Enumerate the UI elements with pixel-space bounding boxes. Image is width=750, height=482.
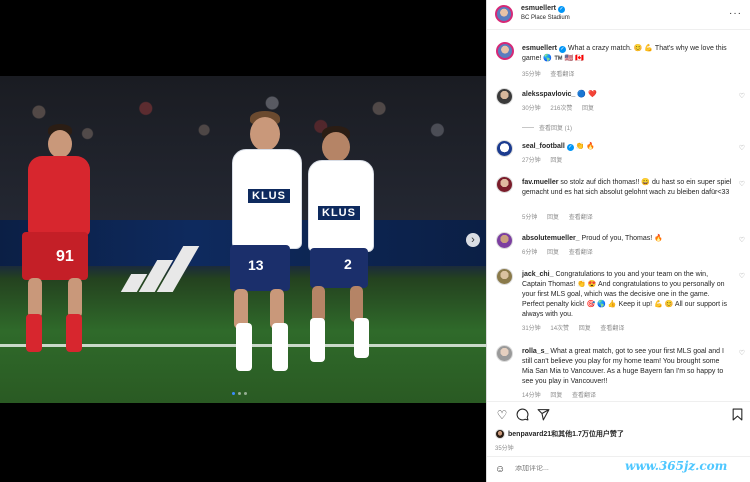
author-username[interactable]: esmuellert — [521, 5, 556, 12]
post-photo[interactable]: 91 KLUS 13 KLUS 2 — [0, 76, 486, 403]
reply-button[interactable]: 回复 — [579, 326, 591, 332]
next-slide-icon[interactable]: › — [466, 233, 480, 247]
reply-button[interactable]: 回复 — [550, 158, 562, 164]
comment-icon[interactable] — [515, 408, 529, 422]
reply-button[interactable]: 回复 — [582, 106, 594, 112]
likes-summary: benpavard21和其他1.7万位用户赞了 — [495, 429, 624, 439]
bookmark-icon[interactable] — [730, 408, 744, 422]
verified-icon: ✓ — [559, 46, 567, 53]
heart-icon[interactable]: ♡ — [495, 408, 509, 422]
comment-username[interactable]: seal_football — [522, 143, 565, 150]
likes-text[interactable]: benpavard21和其他1.7万位用户赞了 — [508, 429, 624, 439]
carousel-indicator — [232, 392, 247, 395]
jersey-number: 13 — [248, 257, 264, 273]
comment-text: What a great match, got to see your firs… — [522, 348, 724, 385]
translate-link[interactable]: 查看翻译 — [569, 250, 593, 256]
comment-username[interactable]: rolla_s_ — [522, 348, 548, 355]
reply-button[interactable]: 回复 — [547, 250, 559, 256]
comment-time: 27分钟 — [522, 158, 541, 164]
adidas-logo — [118, 236, 200, 292]
comment-time: 30分钟 — [522, 106, 541, 112]
post-actions: ♡ — [487, 401, 750, 429]
reply-button[interactable]: 回复 — [550, 393, 562, 399]
comment-time: 14分钟 — [522, 393, 541, 399]
comment-username[interactable]: absolutemueller_ — [522, 235, 580, 242]
avatar[interactable] — [496, 345, 513, 362]
translate-link[interactable]: 查看翻译 — [600, 326, 624, 332]
reply-button[interactable]: 回复 — [547, 215, 559, 221]
jersey-number: 2 — [344, 256, 352, 272]
caption-time: 35分钟 — [522, 72, 541, 78]
translate-link[interactable]: 查看翻译 — [572, 393, 596, 399]
carousel-dot — [238, 392, 241, 395]
avatar[interactable] — [496, 140, 513, 157]
share-icon[interactable] — [536, 408, 550, 422]
avatar[interactable] — [496, 268, 513, 285]
post-media: 91 KLUS 13 KLUS 2 › — [0, 0, 486, 482]
translate-link[interactable]: 查看翻译 — [569, 215, 593, 221]
comments-list: esmuellert ✓ What a crazy match. 😊 💪 That… — [487, 36, 750, 400]
jersey-number: 91 — [56, 248, 74, 265]
home-player-teammate: KLUS 2 — [300, 126, 390, 376]
post-location[interactable]: BC Place Stadium — [521, 15, 570, 21]
comment-text: Proud of you, Thomas! 🔥 — [581, 235, 663, 242]
avatar[interactable] — [496, 232, 513, 249]
comment-username[interactable]: jack_chi_ — [522, 271, 554, 278]
post-time: 35分钟 — [495, 446, 514, 452]
away-player: 91 — [8, 124, 98, 364]
sponsor-text: KLUS — [318, 206, 360, 220]
watermark: www.365jz.com — [625, 459, 728, 473]
like-heart-icon[interactable]: ♡ — [739, 272, 745, 280]
view-replies-button[interactable]: 查看回复 (1) — [522, 123, 572, 132]
translate-link[interactable]: 查看翻译 — [550, 72, 574, 78]
caption-username[interactable]: esmuellert — [522, 45, 557, 52]
like-heart-icon[interactable]: ♡ — [739, 349, 745, 357]
more-options-icon[interactable]: ··· — [729, 8, 742, 19]
comment-text: 👏 🔥 — [575, 143, 596, 150]
comment-likes[interactable]: 14次赞 — [550, 326, 569, 332]
comment-time: 5分钟 — [522, 215, 538, 221]
author-avatar[interactable] — [496, 42, 514, 60]
comment-likes[interactable]: 216次赞 — [550, 106, 572, 112]
like-heart-icon[interactable]: ♡ — [739, 180, 745, 188]
carousel-dot — [244, 392, 247, 395]
post-header: esmuellert ✓ BC Place Stadium ··· — [487, 0, 750, 30]
verified-icon: ✓ — [558, 6, 566, 13]
verified-icon: ✓ — [566, 144, 574, 151]
like-heart-icon[interactable]: ♡ — [739, 92, 745, 100]
post-side-panel: esmuellert ✓ BC Place Stadium ··· esmuell… — [486, 0, 750, 482]
comment-text: 🔵 ❤️ — [577, 91, 597, 98]
avatar[interactable] — [496, 176, 513, 193]
carousel-dot-active — [232, 392, 235, 395]
comment-username[interactable]: aleksspavlovic_ — [522, 91, 575, 98]
sponsor-text: KLUS — [248, 189, 290, 203]
author-avatar[interactable] — [495, 5, 513, 23]
avatar[interactable] — [495, 429, 505, 439]
emoji-icon[interactable]: ☺ — [495, 464, 505, 475]
comment-text: Congratulations to you and your team on … — [522, 271, 728, 318]
like-heart-icon[interactable]: ♡ — [739, 144, 745, 152]
avatar[interactable] — [496, 88, 513, 105]
comment-time: 6分钟 — [522, 250, 538, 256]
like-heart-icon[interactable]: ♡ — [739, 236, 745, 244]
comment-username[interactable]: fav.mueller — [522, 179, 558, 186]
comment-time: 31分钟 — [522, 326, 541, 332]
